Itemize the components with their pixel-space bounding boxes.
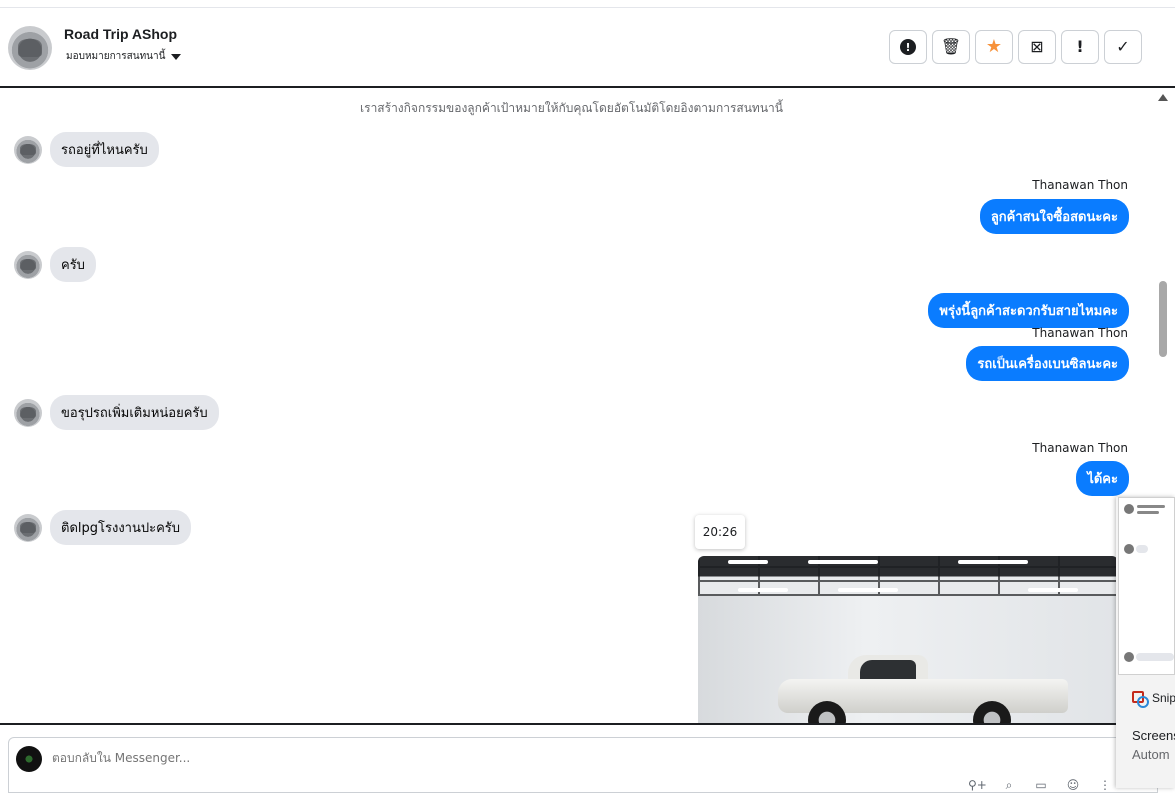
message-bubble[interactable]: ขอรุปรถเพิ่มเติมหน่อยครับ <box>50 395 219 430</box>
message-bubble-outgoing[interactable]: ลูกค้าสนใจซื้อสดนะคะ <box>979 199 1129 234</box>
customer-avatar <box>14 398 42 427</box>
template-icon[interactable]: ▭ <box>1032 778 1050 793</box>
sender-name: Thanawan Thon <box>1032 178 1128 192</box>
photo-lamp <box>728 560 768 564</box>
trash-icon: 🗑 <box>940 37 962 56</box>
assign-label: มอบหมายการสนทนานี้ <box>66 51 166 62</box>
customer-avatar <box>14 135 42 164</box>
emoji-icon[interactable]: ☺ <box>1064 778 1082 793</box>
thumb-bubble <box>1136 653 1174 661</box>
timestamp-tooltip: 20:26 <box>695 515 745 549</box>
add-person-icon[interactable]: ⚲+ <box>968 778 987 793</box>
photo-lamp <box>958 560 1028 564</box>
star-icon: ★ <box>985 36 1003 57</box>
archive-icon: ⊠ <box>1030 37 1044 56</box>
sender-name: Thanawan Thon <box>1032 326 1128 340</box>
customer-avatar <box>14 513 42 542</box>
customer-avatar <box>14 250 42 279</box>
message-bubble-outgoing[interactable]: รถเป็นเครื่องเบนซิลนะคะ <box>966 346 1129 381</box>
archive-button[interactable]: ⊠ <box>1018 30 1056 64</box>
thumb-avatar <box>1124 504 1134 514</box>
sender-name: Thanawan Thon <box>1032 441 1128 455</box>
photo-lamp <box>1028 588 1078 592</box>
snip-app-name: Snip <box>1152 691 1175 705</box>
snip-title: Screens <box>1132 728 1175 743</box>
snip-app-row: Snip <box>1132 691 1175 708</box>
conversation-header: Road Trip AShop มอบหมายการสนทนานี้ ! 🗑 ★… <box>0 8 1175 88</box>
composer-tools: ⚲+ ⌕ ▭ ☺ ⋮ <box>968 778 1114 793</box>
page-logo-avatar <box>16 746 42 772</box>
thumb-avatar <box>1124 544 1134 554</box>
screenshot-thumbnail[interactable] <box>1118 497 1175 675</box>
exclamation-icon: ! <box>1076 37 1084 56</box>
message-bubble-outgoing[interactable]: พรุ่งนี้ลูกค้าสะดวกรับสายไหมคะ <box>928 293 1129 328</box>
exclamation-circle-icon: ! <box>900 39 916 55</box>
message-row-incoming: ครับ <box>14 247 96 282</box>
scroll-up-arrow-icon[interactable] <box>1158 94 1168 101</box>
thumb-line <box>1137 505 1165 508</box>
mark-done-button[interactable]: ✓ <box>1104 30 1142 64</box>
assign-conversation-dropdown[interactable]: มอบหมายการสนทนานี้ <box>66 49 182 64</box>
snip-notification[interactable]: Snip Screens Autom <box>1116 497 1175 788</box>
snip-subtitle: Autom <box>1132 747 1170 762</box>
thumb-bubble <box>1136 545 1148 553</box>
message-bubble[interactable]: ติดlpgโรงงานปะครับ <box>50 510 192 545</box>
photo-lamp <box>738 588 788 592</box>
message-bubble[interactable]: รถอยู่ที่ไหนครับ <box>50 132 159 167</box>
browser-top-edge <box>0 0 1175 8</box>
mark-unread-button[interactable]: ! <box>1061 30 1099 64</box>
message-bubble[interactable]: ครับ <box>50 247 96 282</box>
star-button[interactable]: ★ <box>975 30 1013 64</box>
message-thread: เราสร้างกิจกรรมของลูกค้าเป้าหมายให้กับคุ… <box>0 88 1175 723</box>
thumb-avatar <box>1124 652 1134 662</box>
truck-window <box>860 660 916 680</box>
message-bubble-outgoing[interactable]: ได้คะ <box>1076 461 1129 496</box>
attach-icon[interactable]: ⌕ <box>1000 778 1018 793</box>
check-icon: ✓ <box>1116 37 1130 56</box>
delete-button[interactable]: 🗑 <box>932 30 970 64</box>
page-avatar[interactable] <box>8 26 52 70</box>
thumb-line <box>1137 511 1159 514</box>
message-row-incoming: ติดlpgโรงงานปะครับ <box>14 510 192 545</box>
more-icon[interactable]: ⋮ <box>1096 778 1114 793</box>
message-row-incoming: ขอรุปรถเพิ่มเติมหน่อยครับ <box>14 395 219 430</box>
scrollbar-thumb[interactable] <box>1159 281 1167 357</box>
caret-down-icon <box>171 53 182 60</box>
lead-activity-notice: เราสร้างกิจกรรมของลูกค้าเป้าหมายให้กับคุ… <box>360 101 783 115</box>
mark-spam-button[interactable]: ! <box>889 30 927 64</box>
message-composer: ⚲+ ⌕ ▭ ☺ ⋮ <box>0 723 1175 793</box>
header-actions: ! 🗑 ★ ⊠ ! ✓ <box>889 30 1142 64</box>
pickup-truck-picture <box>778 651 1068 723</box>
conversation-title[interactable]: Road Trip AShop <box>64 26 177 42</box>
photo-lamp <box>838 588 898 592</box>
image-attachment[interactable] <box>698 556 1118 723</box>
photo-lamp <box>808 560 878 564</box>
message-row-incoming: รถอยู่ที่ไหนครับ <box>14 132 159 167</box>
reply-input[interactable] <box>52 751 452 765</box>
snipping-tool-icon <box>1132 691 1149 708</box>
